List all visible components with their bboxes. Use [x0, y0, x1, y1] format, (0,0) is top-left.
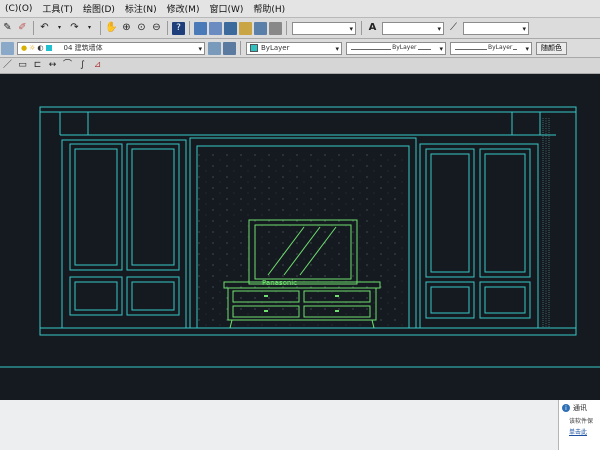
text-style-combo[interactable]: ▾ [382, 21, 444, 35]
linetype-label: ByLayer [391, 43, 418, 51]
sheet-set-icon[interactable] [239, 21, 252, 35]
current-layer-label: 04 建筑墙体 [63, 44, 103, 52]
left-door-lower [126, 276, 180, 316]
menu-item-modify[interactable]: 修改(M) [162, 2, 205, 15]
command-line-area[interactable] [0, 400, 600, 450]
layer-combo[interactable]: ● ☼ ◐ 04 建筑墙体 ▾ [17, 41, 205, 55]
layer-manager-icon[interactable] [1, 41, 14, 55]
text-style-icon[interactable]: A [366, 22, 379, 35]
toolbar-separator [167, 21, 168, 35]
menu-item-draw[interactable]: 绘图(D) [78, 2, 120, 15]
left-door-lower-inner [131, 281, 175, 311]
elevation-drawing: Panasonic [0, 106, 600, 368]
toolbar-separator [33, 21, 34, 35]
right-door-upper [479, 148, 531, 278]
plot-style-control[interactable]: 随颜色 [536, 41, 567, 55]
linetype-combo[interactable]: ByLayer ▾ [346, 41, 446, 55]
line-icon[interactable]: ／ [1, 59, 14, 72]
right-wall-panel [419, 143, 539, 329]
left-door-upper [126, 143, 180, 271]
menu-item-tools[interactable]: 工具(T) [37, 2, 78, 15]
toolbar-separator [286, 21, 287, 35]
color-label: ByLayer [261, 44, 290, 52]
chevron-down-icon[interactable]: ▾ [53, 22, 66, 35]
menu-item-help[interactable]: 帮助(H) [248, 2, 290, 15]
pencil-icon[interactable]: ✎ [1, 22, 14, 35]
layers-properties-toolbar: ● ☼ ◐ 04 建筑墙体 ▾ ByLayer ▾ ByLayer ▾ ByLa… [0, 39, 600, 58]
layer-previous-icon[interactable] [223, 41, 236, 55]
help-icon[interactable]: ? [172, 21, 185, 35]
chevron-down-icon: ▾ [198, 44, 202, 53]
chevron-down-icon: ▾ [335, 44, 339, 53]
markup-icon[interactable] [254, 21, 267, 35]
lightbulb-icon: ● [21, 44, 28, 52]
zoom-previous-icon[interactable]: ⊖ [150, 22, 163, 35]
design-center-icon[interactable] [209, 21, 222, 35]
left-door-lower [69, 276, 123, 316]
tool-palette-icon[interactable] [224, 21, 237, 35]
menu-item-window[interactable]: 窗口(W) [204, 2, 248, 15]
menu-item-format[interactable]: (C)(O) [0, 4, 37, 14]
color-swatch-icon [45, 45, 52, 51]
dim-style-combo[interactable]: ▾ [463, 21, 529, 35]
notification-title: 通讯 [573, 404, 587, 412]
chevron-down-icon: ▾ [437, 24, 441, 33]
color-combo[interactable]: ByLayer ▾ [246, 41, 342, 55]
left-door-upper-inner [131, 148, 175, 266]
zoom-window-icon[interactable]: ⊙ [135, 22, 148, 35]
toolbar-separator [240, 41, 241, 55]
calculator-icon[interactable] [269, 21, 282, 35]
right-door-upper-inner [430, 153, 470, 273]
chevron-down-icon: ▾ [349, 24, 353, 33]
drawing-canvas[interactable]: Panasonic [0, 74, 600, 400]
properties-icon[interactable] [194, 21, 207, 35]
right-door-lower-inner [430, 286, 470, 314]
menu-item-dimension[interactable]: 标注(N) [120, 2, 162, 15]
menu-bar: (C)(O) 工具(T) 绘图(D) 标注(N) 修改(M) 窗口(W) 帮助(… [0, 0, 600, 18]
color-swatch-icon [250, 44, 258, 52]
dim-style-icon[interactable]: ⟋ [447, 22, 460, 35]
draw-toolbar: ／ ▭ ⊏ ↔ ⌒ ∫ ⊿ [0, 58, 600, 74]
chevron-down-icon: ▾ [522, 24, 526, 33]
cad-application-window: (C)(O) 工具(T) 绘图(D) 标注(N) 修改(M) 窗口(W) 帮助(… [0, 0, 600, 450]
standard-toolbar: ✎ ✐ ↶ ▾ ↷ ▾ ✋ ⊕ ⊙ ⊖ ? ▾ A ▾ ⟋ ▾ [0, 18, 600, 39]
toolbar-separator [189, 21, 190, 35]
lock-icon: ◐ [37, 44, 44, 52]
measure-icon[interactable]: ⊿ [91, 59, 104, 72]
dimension-icon[interactable]: ↔ [46, 59, 59, 72]
sun-icon: ☼ [29, 44, 36, 52]
tv-brand-label: Panasonic [262, 279, 297, 287]
brush-icon[interactable]: ✐ [16, 22, 29, 35]
chevron-down-icon: ▾ [439, 44, 443, 53]
toolbar-separator [361, 21, 362, 35]
undo-icon[interactable]: ↶ [38, 22, 51, 35]
rectangle-icon[interactable]: ▭ [16, 59, 29, 72]
arc-icon[interactable]: ⌒ [61, 59, 74, 72]
zoom-realtime-icon[interactable]: ⊕ [120, 22, 133, 35]
right-door-upper [425, 148, 475, 278]
left-wall-panel [61, 139, 187, 329]
right-door-upper-inner [484, 153, 526, 273]
left-door-lower-inner [74, 281, 118, 311]
chevron-down-icon[interactable]: ▾ [83, 22, 96, 35]
lineweight-label: ByLayer [487, 43, 514, 51]
redo-icon[interactable]: ↷ [68, 22, 81, 35]
info-icon: i [562, 404, 570, 412]
chevron-down-icon: ▾ [525, 44, 529, 53]
toolbar-separator [100, 21, 101, 35]
pan-icon[interactable]: ✋ [105, 22, 118, 35]
lineweight-combo[interactable]: ByLayer ▾ [450, 41, 532, 55]
left-door-upper [69, 143, 123, 271]
notification-link[interactable]: 单击此 [569, 427, 600, 436]
polyline-icon[interactable]: ⊏ [31, 59, 44, 72]
curtain-hatch [542, 118, 550, 328]
system-notification[interactable]: i 通讯 该软件保 单击此 [558, 400, 600, 450]
spline-icon[interactable]: ∫ [76, 59, 89, 72]
notification-body: 该软件保 [569, 418, 594, 425]
left-door-upper-inner [74, 148, 118, 266]
right-door-lower-inner [484, 286, 526, 314]
make-current-layer-icon[interactable] [208, 41, 221, 55]
workspace-combo[interactable]: ▾ [292, 21, 356, 35]
